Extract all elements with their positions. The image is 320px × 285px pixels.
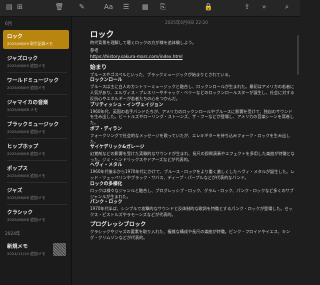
- paragraph: 1960年代、英国の若手バンドたちが、アメリカのロックンロールやブルースに影響を…: [90, 108, 294, 126]
- note-item-meta: 2025/06/08 追加メモ: [7, 129, 46, 134]
- note-list-item[interactable]: ポップス 2025/06/08 追加メモ: [3, 162, 69, 181]
- section-header-year: 2024年: [5, 232, 21, 237]
- attachment-icon[interactable]: ⎘: [160, 3, 166, 12]
- paragraph: 1970年代半ば、シンプルで攻撃的なサウンドと反体制的な歌詞を特徴とするパンク・…: [90, 206, 293, 217]
- note-date: 2025年6月9日 22:20: [164, 21, 209, 26]
- note-item-title: ジャマイカの音楽: [7, 100, 49, 106]
- divider: [7, 94, 67, 95]
- note-item-title: 新規メモ: [7, 244, 28, 250]
- note-thumbnail: [53, 243, 66, 256]
- share-icon[interactable]: ⇪: [244, 3, 250, 12]
- note-item-meta: 2025/06/08 追加メモ: [7, 151, 46, 156]
- reference-link[interactable]: https://history.sakura-mars.com/index.ht…: [90, 55, 295, 61]
- grid-view-icon[interactable]: ⊞: [17, 3, 23, 12]
- notes-list: 6月 ロック 2025/06/09 取引記録メモ ジャズロック 2025/06/…: [0, 17, 72, 285]
- compose-icon[interactable]: ✎: [79, 3, 85, 12]
- paragraph: 1960年代後半から1970年代にかけて、ブルース・ロックをより重く激しくしたヘ…: [90, 169, 295, 181]
- divider: [7, 72, 67, 73]
- note-item-title: ロック: [7, 34, 23, 40]
- note-item-title: ジャズ: [7, 188, 23, 194]
- search-icon[interactable]: ⌕: [285, 3, 289, 12]
- section-header-month: 6月: [5, 22, 13, 27]
- scrollbar[interactable]: [297, 35, 299, 75]
- divider: [7, 138, 67, 139]
- note-item-meta: 2025/06/08 追加メモ: [7, 217, 46, 222]
- checklist-icon[interactable]: ☰: [123, 3, 129, 12]
- note-item-meta: 2025/06/09 追加メモ: [7, 85, 46, 90]
- note-item-title: ポップス: [7, 166, 28, 172]
- section-heading: 始まり: [90, 64, 107, 71]
- note-list-item[interactable]: クラシック 2025/06/08 追加メモ: [3, 206, 69, 225]
- note-item-meta: 2024/11/10 追加メモ: [7, 251, 46, 256]
- divider: [7, 160, 67, 161]
- note-title: ロック: [90, 30, 114, 39]
- note-list-item[interactable]: ジャズロック 2025/06/09 追加メモ: [3, 52, 69, 71]
- divider: [7, 116, 67, 117]
- note-list-item[interactable]: ジャズ 2025/06/08 追加メモ: [3, 184, 69, 203]
- paragraph: フォークソングで社会的なメッセージを歌っていたが、エレキギターを持ち込みフォーク…: [90, 132, 291, 144]
- note-item-title: ジャズロック: [7, 56, 38, 62]
- paragraph: 幻覚剤などの影響を受けた実験的なサウンドが生まれ、長尺の即興演奏やエフェクトを多…: [90, 151, 295, 162]
- toolbar: ▤ ⊞ 🗑 ✎ Aa ☰ ▦ ⎘ 🔒 ⇪ » ⌕: [0, 0, 300, 17]
- paragraph: ブルースは主に白人のカントリーミュージックと融合し、ロックンロールが生まれた。最…: [90, 84, 295, 102]
- note-list-item[interactable]: 新規メモ 2024/11/10 追加メモ: [3, 240, 69, 259]
- table-icon[interactable]: ▦: [142, 3, 149, 12]
- note-editor[interactable]: 2025年6月9日 22:20 ロック 時代背景を理解して聴くロックの方が様を追…: [73, 17, 300, 285]
- divider: [7, 204, 67, 205]
- note-item-meta: 2025/06/08 追加メモ: [7, 195, 46, 200]
- paragraph: クラシックやジャズの要素を取り入れた、複雑な構成や長尺の楽曲が特徴。ピンク・フロ…: [90, 228, 291, 240]
- note-item-meta: 2025/06/09 追加メモ: [7, 63, 46, 68]
- delete-icon[interactable]: 🗑: [55, 3, 64, 12]
- note-item-title: ヒップホップ: [7, 144, 39, 150]
- note-intro: 時代背景を理解して聴くロックの方が様を追体験しよう。: [90, 40, 197, 45]
- note-item-title: ブラックミュージック: [7, 122, 59, 128]
- section-heading: プログレッシブロック: [90, 221, 146, 228]
- note-list-item-selected[interactable]: ロック 2025/06/09 取引記録メモ: [3, 30, 69, 49]
- note-item-meta: 2025/06/08 追加メモ: [7, 173, 46, 178]
- divider: [7, 182, 67, 183]
- format-text-icon[interactable]: Aa: [104, 3, 113, 12]
- note-list-item[interactable]: ワールドミュージック 2025/06/09 追加メモ: [3, 74, 69, 93]
- note-list-item[interactable]: ジャマイカの音楽 2025/06/08 メモ: [3, 96, 69, 115]
- note-item-meta: 2025/06/09 取引記録メモ: [7, 41, 53, 46]
- note-body[interactable]: ロック 時代背景を理解して聴くロックの方が様を追体験しよう。 参考 https:…: [90, 29, 295, 241]
- note-list-item[interactable]: ブラックミュージック 2025/06/08 追加メモ: [3, 118, 69, 137]
- lock-icon[interactable]: 🔒: [204, 3, 213, 12]
- paragraph: ロックは様々なジャンルと融合し、プログレッシブ・ロック、グラム・ロック、パンク・…: [90, 187, 294, 199]
- note-item-meta: 2025/06/08 メモ: [7, 107, 38, 112]
- more-icon[interactable]: »: [262, 3, 266, 12]
- note-list-item[interactable]: ヒップホップ 2025/06/08 追加メモ: [3, 140, 69, 159]
- paragraph: ブルースやゴスペルといった、ブラックミュージックが始まりとされている。: [90, 71, 233, 77]
- sidebar-toggle-icon[interactable]: ▤: [6, 3, 13, 12]
- note-item-title: ワールドミュージック: [7, 78, 59, 84]
- note-item-title: クラシック: [7, 210, 33, 216]
